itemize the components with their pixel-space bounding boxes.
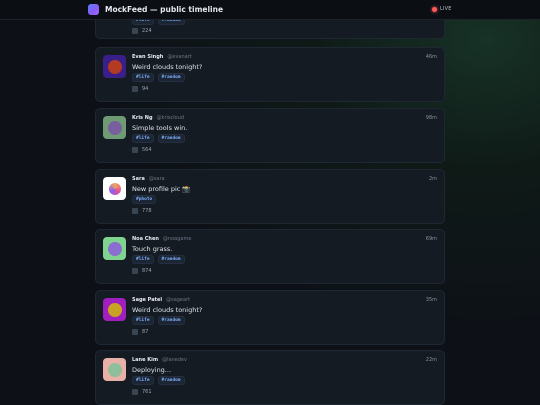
like-control[interactable]: 761 xyxy=(132,389,152,395)
author-row: Lane Kim @lanedev xyxy=(132,357,187,363)
like-icon[interactable] xyxy=(132,86,138,92)
like-count: 87 xyxy=(142,329,149,335)
author-row: Sage Patel @sageart xyxy=(132,297,190,303)
avatar[interactable] xyxy=(103,298,126,321)
author-name[interactable]: Sara xyxy=(132,176,145,182)
live-label: LIVE xyxy=(440,6,452,12)
author-row: Noa Chen @noagame xyxy=(132,236,191,242)
post-timestamp: 22m xyxy=(425,357,437,363)
tag[interactable]: #random xyxy=(157,134,185,143)
avatar-icon xyxy=(107,302,122,317)
post-timestamp: 46m xyxy=(425,54,437,60)
post-timestamp: 35m xyxy=(425,297,437,303)
post-text: Deploying... xyxy=(132,366,172,374)
brand[interactable]: MockFeed — public timeline xyxy=(88,4,223,15)
author-handle[interactable]: @evanart xyxy=(167,54,191,60)
author-name[interactable]: Noa Chen xyxy=(132,236,159,242)
like-icon[interactable] xyxy=(132,28,138,34)
tag[interactable]: #random xyxy=(157,376,185,385)
post-timestamp: 98m xyxy=(425,115,437,121)
tag-list: #life #random xyxy=(132,134,185,143)
tag[interactable]: #life xyxy=(132,255,154,264)
like-icon[interactable] xyxy=(132,147,138,153)
tag[interactable]: #life xyxy=(132,316,154,325)
live-dot-icon xyxy=(432,6,437,12)
tag[interactable]: #photo xyxy=(132,195,157,204)
author-name[interactable]: Lane Kim xyxy=(132,357,158,363)
avatar-icon xyxy=(107,59,122,74)
post-card[interactable]: Lane Kim @lanedev 22m Deploying... #life… xyxy=(95,350,445,405)
avatar-icon xyxy=(107,362,122,377)
post-card[interactable]: Sara @sara 2m New profile pic 📸 #photo 7… xyxy=(95,169,445,224)
like-icon[interactable] xyxy=(132,329,138,335)
avatar[interactable] xyxy=(103,116,126,139)
like-control[interactable]: 564 xyxy=(132,147,152,153)
author-name[interactable]: Evan Singh xyxy=(132,54,163,60)
author-handle[interactable]: @kriscloud xyxy=(157,115,185,121)
author-name[interactable]: Kris Ng xyxy=(132,115,153,121)
tag[interactable]: #random xyxy=(157,73,185,82)
avatar[interactable] xyxy=(103,237,126,260)
tag-list: #life #random xyxy=(132,316,185,325)
post-card[interactable]: Sage Patel @sageart 35m Weird clouds ton… xyxy=(95,290,445,345)
post-card[interactable]: Noa Chen @noagame 69m Touch grass. #life… xyxy=(95,229,445,284)
author-handle[interactable]: @sageart xyxy=(166,297,190,303)
tag[interactable]: #random xyxy=(157,316,185,325)
tag-list: #photo xyxy=(132,195,157,204)
author-handle[interactable]: @noagame xyxy=(163,236,191,242)
avatar[interactable] xyxy=(103,358,126,381)
app-logo-icon xyxy=(88,4,99,15)
tag[interactable]: #random xyxy=(157,255,185,264)
tag-list: #life #random xyxy=(132,255,185,264)
tag[interactable]: #life xyxy=(132,376,154,385)
like-count: 94 xyxy=(142,86,149,92)
post-text: Weird clouds tonight? xyxy=(132,306,203,314)
avatar[interactable] xyxy=(103,55,126,78)
like-count: 874 xyxy=(142,268,152,274)
photo-avatar-icon xyxy=(108,182,121,195)
tag[interactable]: #life xyxy=(132,73,154,82)
author-handle[interactable]: @lanedev xyxy=(162,357,187,363)
like-control[interactable]: 94 xyxy=(132,86,148,92)
post-timestamp: 69m xyxy=(425,236,437,242)
post-timestamp: 2m xyxy=(428,176,437,182)
author-handle[interactable]: @sara xyxy=(149,176,165,182)
like-icon[interactable] xyxy=(132,389,138,395)
like-count: 564 xyxy=(142,147,152,153)
like-control[interactable]: 874 xyxy=(132,268,152,274)
post-text: New profile pic 📸 xyxy=(132,185,191,193)
like-icon[interactable] xyxy=(132,208,138,214)
like-count: 778 xyxy=(142,208,152,214)
live-indicator: LIVE xyxy=(432,6,452,12)
author-row: Sara @sara xyxy=(132,176,165,182)
avatar-icon xyxy=(107,241,122,256)
post-text: Touch grass. xyxy=(132,245,173,253)
post-card[interactable]: Kris Ng @kriscloud 98m Simple tools win.… xyxy=(95,108,445,163)
avatar-icon xyxy=(107,120,122,135)
post-text: Weird clouds tonight? xyxy=(132,63,203,71)
author-row: Kris Ng @kriscloud xyxy=(132,115,184,121)
like-control[interactable]: 224 xyxy=(132,28,152,34)
author-name[interactable]: Sage Patel xyxy=(132,297,162,303)
like-control[interactable]: 87 xyxy=(132,329,148,335)
like-count: 761 xyxy=(142,389,152,395)
top-bar: MockFeed — public timeline LIVE xyxy=(0,0,540,20)
tag-list: #life #random xyxy=(132,376,185,385)
like-icon[interactable] xyxy=(132,268,138,274)
like-control[interactable]: 778 xyxy=(132,208,152,214)
like-count: 224 xyxy=(142,28,152,34)
app-title: MockFeed — public timeline xyxy=(105,5,224,14)
tag[interactable]: #life xyxy=(132,134,154,143)
post-text: Simple tools win. xyxy=(132,124,188,132)
avatar[interactable] xyxy=(103,177,126,200)
tag-list: #life #random xyxy=(132,73,185,82)
post-card[interactable]: Evan Singh @evanart 46m Weird clouds ton… xyxy=(95,47,445,102)
author-row: Evan Singh @evanart xyxy=(132,54,192,60)
